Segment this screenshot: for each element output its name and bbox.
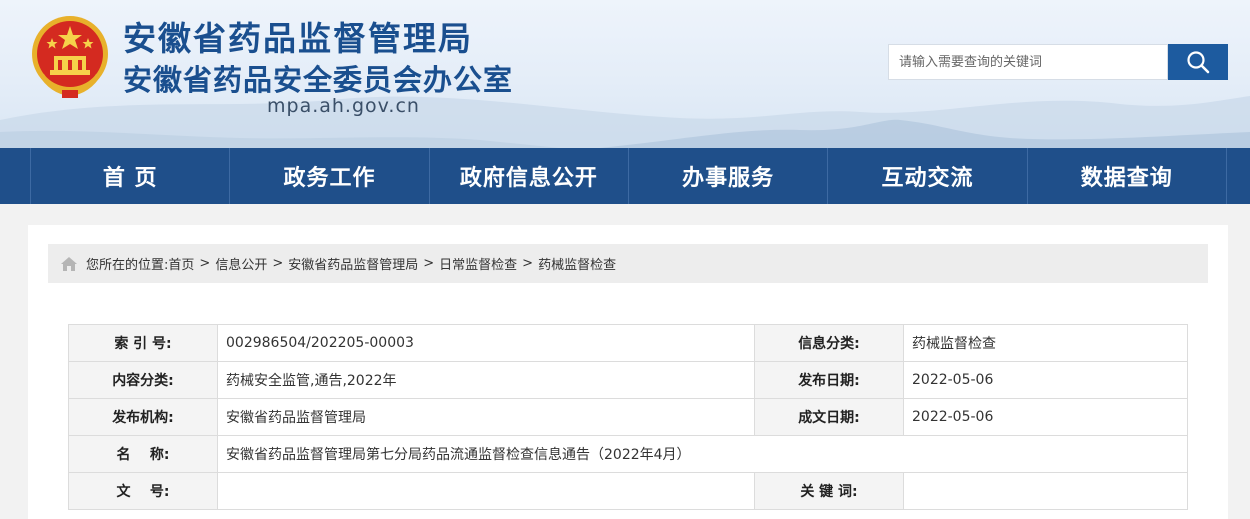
content-category-label: 内容分类: bbox=[68, 361, 218, 399]
table-row: 发布机构: 安徽省药品监督管理局 成文日期: 2022-05-06 bbox=[68, 398, 1188, 436]
breadcrumb-separator: > bbox=[423, 256, 435, 271]
breadcrumb-prefix: 您所在的位置: bbox=[86, 258, 169, 273]
breadcrumb-separator: > bbox=[199, 256, 211, 271]
main-nav: 首 页 政务工作 政府信息公开 办事服务 互动交流 数据查询 bbox=[0, 148, 1250, 204]
site-header: 安徽省药品监督管理局 安徽省药品安全委员会办公室 mpa.ah.gov.cn bbox=[0, 0, 1250, 148]
breadcrumb-item-bureau[interactable]: 安徽省药品监督管理局 bbox=[288, 254, 418, 273]
search-input[interactable] bbox=[889, 45, 1167, 79]
name-label: 名 称: bbox=[68, 435, 218, 473]
site-domain: mpa.ah.gov.cn bbox=[267, 95, 420, 117]
table-row: 文 号: 关 键 词: bbox=[68, 472, 1188, 510]
table-row: 名 称: 安徽省药品监督管理局第七分局药品流通监督检查信息通告（2022年4月） bbox=[68, 435, 1188, 473]
site-title: 安徽省药品监督管理局 bbox=[123, 19, 473, 58]
publisher-value: 安徽省药品监督管理局 bbox=[217, 398, 755, 436]
nav-item-interaction[interactable]: 互动交流 bbox=[827, 148, 1026, 204]
breadcrumb-item-home[interactable]: 首页 bbox=[168, 254, 194, 273]
table-row: 索 引 号: 002986504/202205-00003 信息分类: 药械监督… bbox=[68, 324, 1188, 362]
nav-item-data-query[interactable]: 数据查询 bbox=[1026, 148, 1227, 204]
breadcrumb: 您所在的位置: 首页 > 信息公开 > 安徽省药品监督管理局 > 日常监督检查 … bbox=[48, 244, 1208, 283]
breadcrumb-item-daily-inspection[interactable]: 日常监督检查 bbox=[439, 254, 517, 273]
category-label: 信息分类: bbox=[754, 324, 904, 362]
index-value: 002986504/202205-00003 bbox=[217, 324, 755, 362]
nav-item-government-affairs[interactable]: 政务工作 bbox=[229, 148, 428, 204]
nav-item-home[interactable]: 首 页 bbox=[30, 148, 229, 204]
content-category-value: 药械安全监管,通告,2022年 bbox=[217, 361, 755, 399]
document-date-value: 2022-05-06 bbox=[903, 398, 1188, 436]
keywords-value bbox=[903, 472, 1188, 510]
metadata-table: 索 引 号: 002986504/202205-00003 信息分类: 药械监督… bbox=[68, 324, 1188, 510]
document-number-label: 文 号: bbox=[68, 472, 218, 510]
search-button[interactable] bbox=[1168, 44, 1228, 80]
national-emblem-icon bbox=[32, 16, 108, 98]
breadcrumb-item-info-disclosure[interactable]: 信息公开 bbox=[215, 254, 267, 273]
name-value: 安徽省药品监督管理局第七分局药品流通监督检查信息通告（2022年4月） bbox=[217, 435, 1188, 473]
breadcrumb-separator: > bbox=[522, 256, 534, 271]
keywords-label: 关 键 词: bbox=[754, 472, 904, 510]
publish-date-label: 发布日期: bbox=[754, 361, 904, 399]
nav-item-services[interactable]: 办事服务 bbox=[627, 148, 827, 204]
nav-item-info-disclosure[interactable]: 政府信息公开 bbox=[428, 148, 628, 204]
publisher-label: 发布机构: bbox=[68, 398, 218, 436]
document-number-value bbox=[217, 472, 755, 510]
index-label: 索 引 号: bbox=[68, 324, 218, 362]
site-subtitle: 安徽省药品安全委员会办公室 bbox=[123, 63, 514, 97]
table-row: 内容分类: 药械安全监管,通告,2022年 发布日期: 2022-05-06 bbox=[68, 361, 1188, 399]
search-box bbox=[888, 44, 1168, 80]
home-icon bbox=[61, 256, 77, 271]
publish-date-value: 2022-05-06 bbox=[903, 361, 1188, 399]
category-value: 药械监督检查 bbox=[903, 324, 1188, 362]
breadcrumb-item-device-inspection[interactable]: 药械监督检查 bbox=[538, 254, 616, 273]
document-date-label: 成文日期: bbox=[754, 398, 904, 436]
breadcrumb-separator: > bbox=[272, 256, 284, 271]
search-icon bbox=[1187, 51, 1210, 74]
